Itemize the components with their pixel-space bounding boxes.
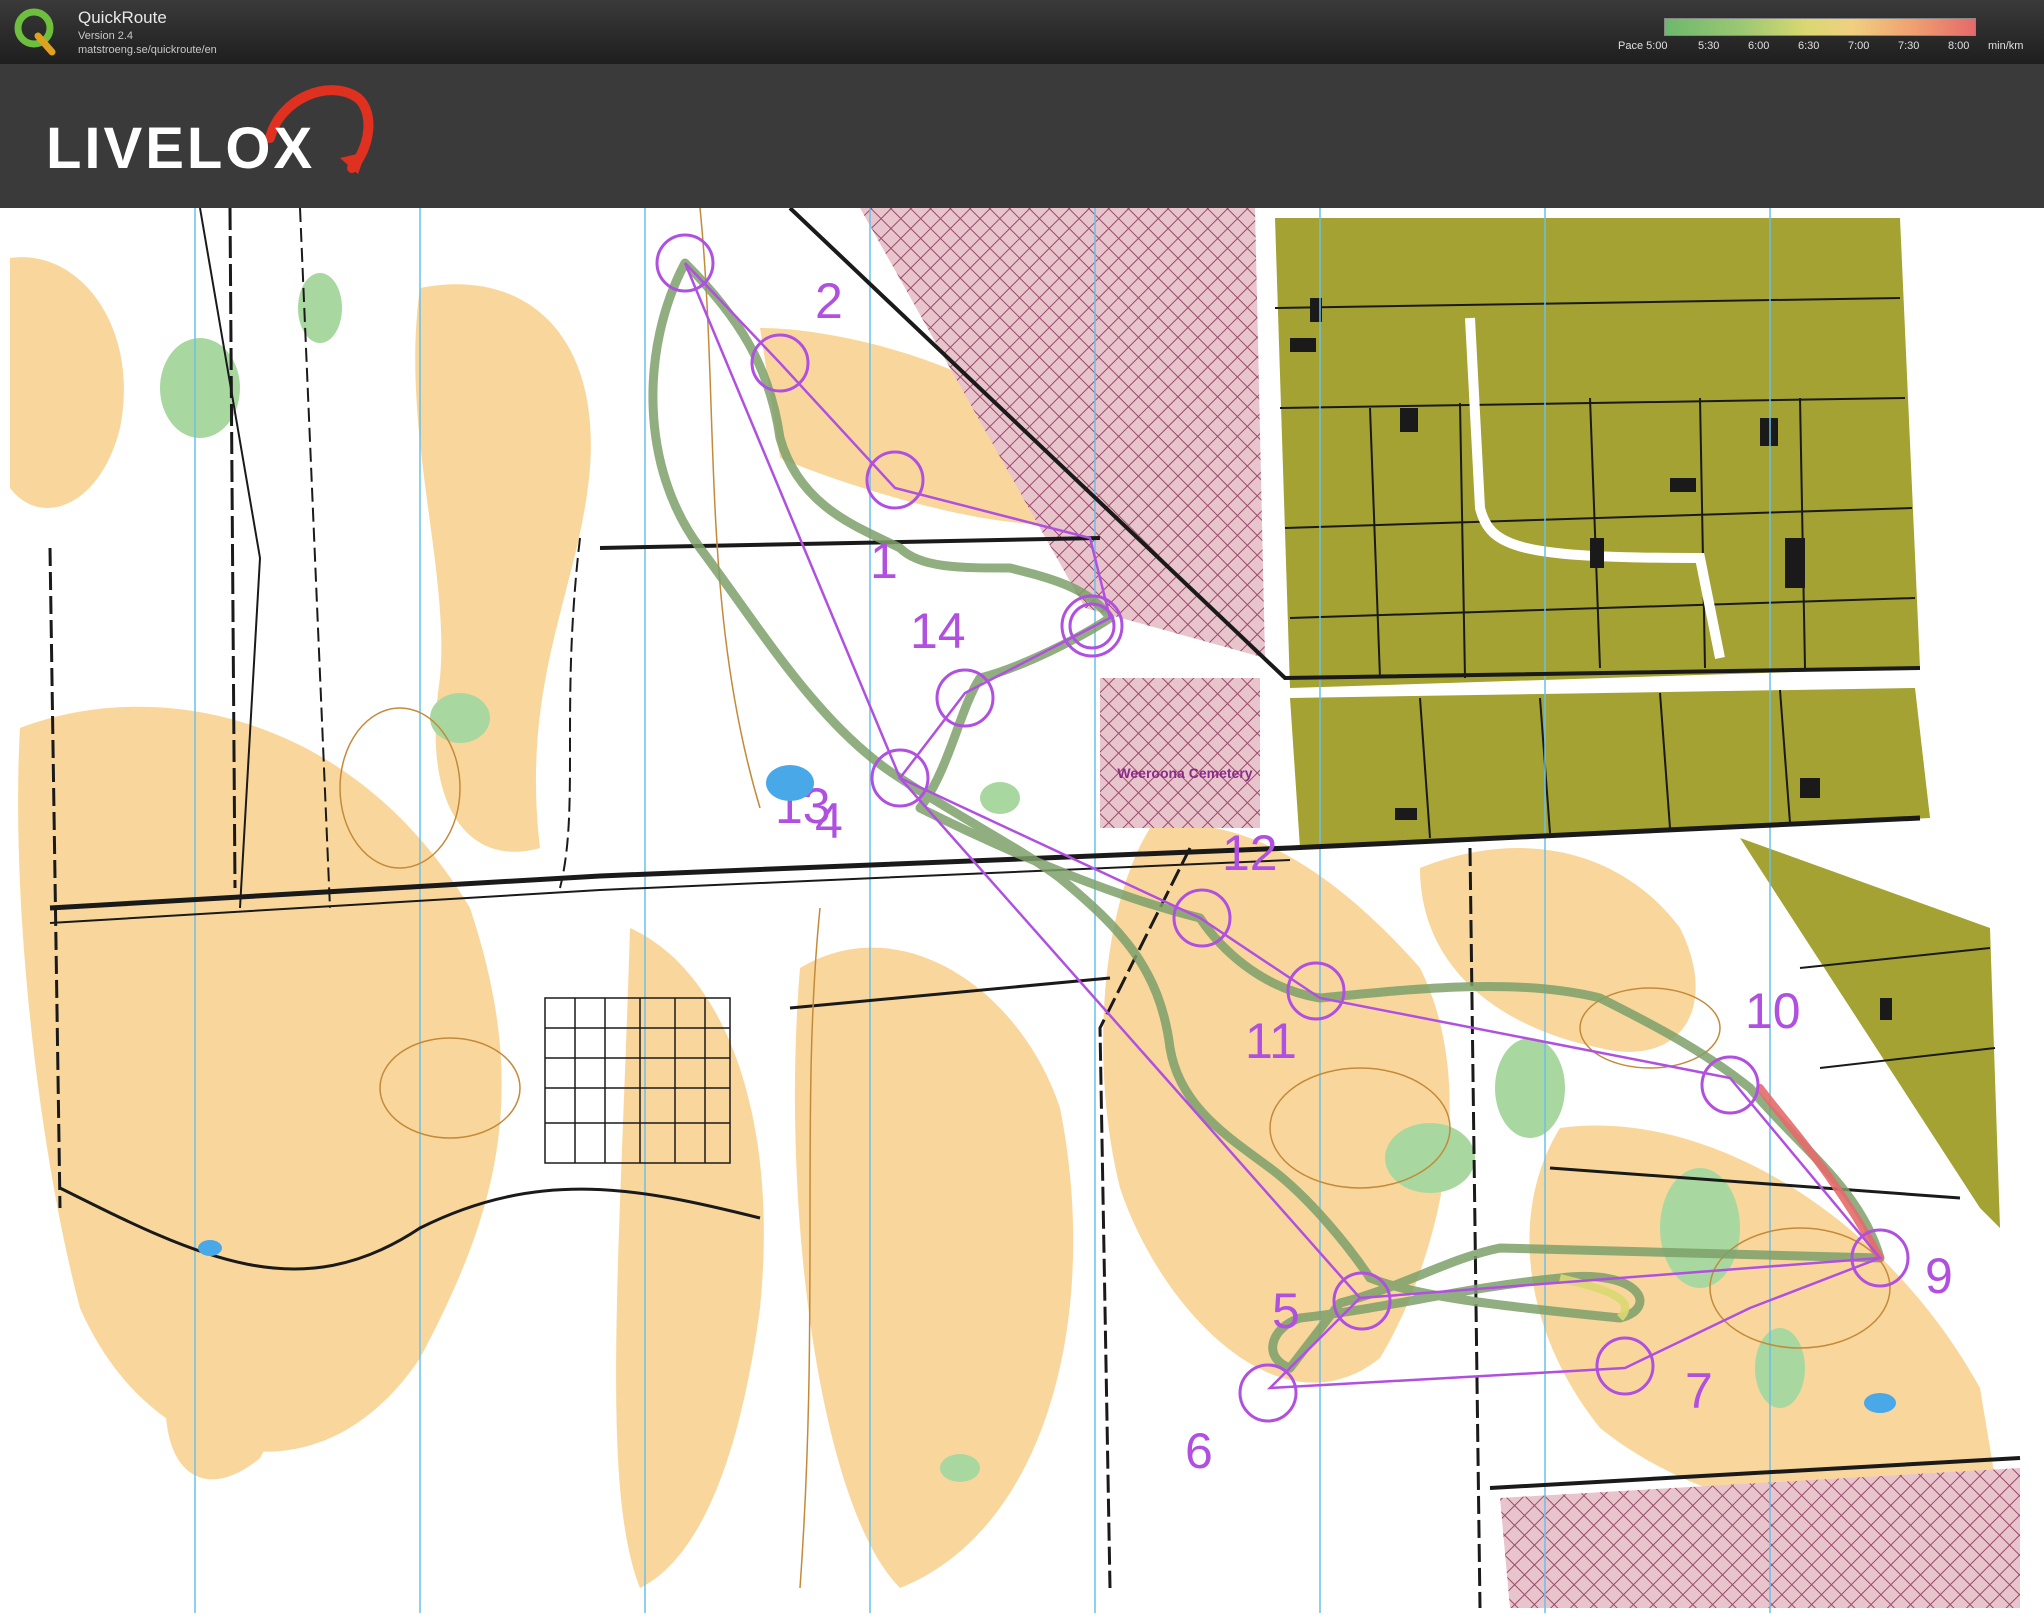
control-label: 12 — [1222, 825, 1278, 881]
control-label: 6 — [1185, 1423, 1213, 1479]
app-version: Version 2.4 — [78, 30, 134, 42]
pace-tick: 8:00 — [1948, 40, 1970, 52]
quickroute-header: QuickRoute Version 2.4 matstroeng.se/qui… — [0, 0, 2044, 64]
cemetery-label: Weeroona Cemetery — [1117, 765, 1252, 781]
pace-label: Pace 5:00 — [1618, 40, 1668, 52]
control-label: 14 — [910, 603, 966, 659]
map-canvas[interactable]: Weeroona Cemetery 1 2 13 4 14 12 11 10 9… — [0, 206, 2044, 1613]
control-label: 9 — [1925, 1248, 1953, 1304]
app-url: matstroeng.se/quickroute/en — [78, 44, 217, 56]
control-label: 7 — [1685, 1363, 1713, 1419]
pace-tick: 7:30 — [1898, 40, 1920, 52]
pace-tick: 6:30 — [1798, 40, 1820, 52]
app-title: QuickRoute — [78, 8, 167, 27]
pace-tick: 7:00 — [1848, 40, 1870, 52]
quickroute-logo-icon — [14, 8, 56, 56]
livelox-wordmark: LIVELOX — [46, 116, 316, 181]
pace-legend: Pace 5:00 5:30 6:00 6:30 7:00 7:30 8:00 … — [1610, 10, 2040, 60]
control-label: 10 — [1745, 983, 1801, 1039]
orienteering-map[interactable]: Weeroona Cemetery 1 2 13 4 14 12 11 10 9… — [0, 206, 2044, 1613]
control-label: 2 — [815, 273, 843, 329]
pace-unit: min/km — [1988, 40, 2024, 52]
pace-color-scale — [1664, 18, 1976, 36]
control-label: 5 — [1272, 1283, 1300, 1339]
control-label: 4 — [815, 793, 843, 849]
pace-tick: 6:00 — [1748, 40, 1770, 52]
pace-tick: 5:30 — [1698, 40, 1720, 52]
control-label: 11 — [1245, 1013, 1297, 1069]
cemetery-text: Weeroona Cemetery — [1117, 765, 1252, 781]
control-label: 1 — [870, 533, 898, 589]
